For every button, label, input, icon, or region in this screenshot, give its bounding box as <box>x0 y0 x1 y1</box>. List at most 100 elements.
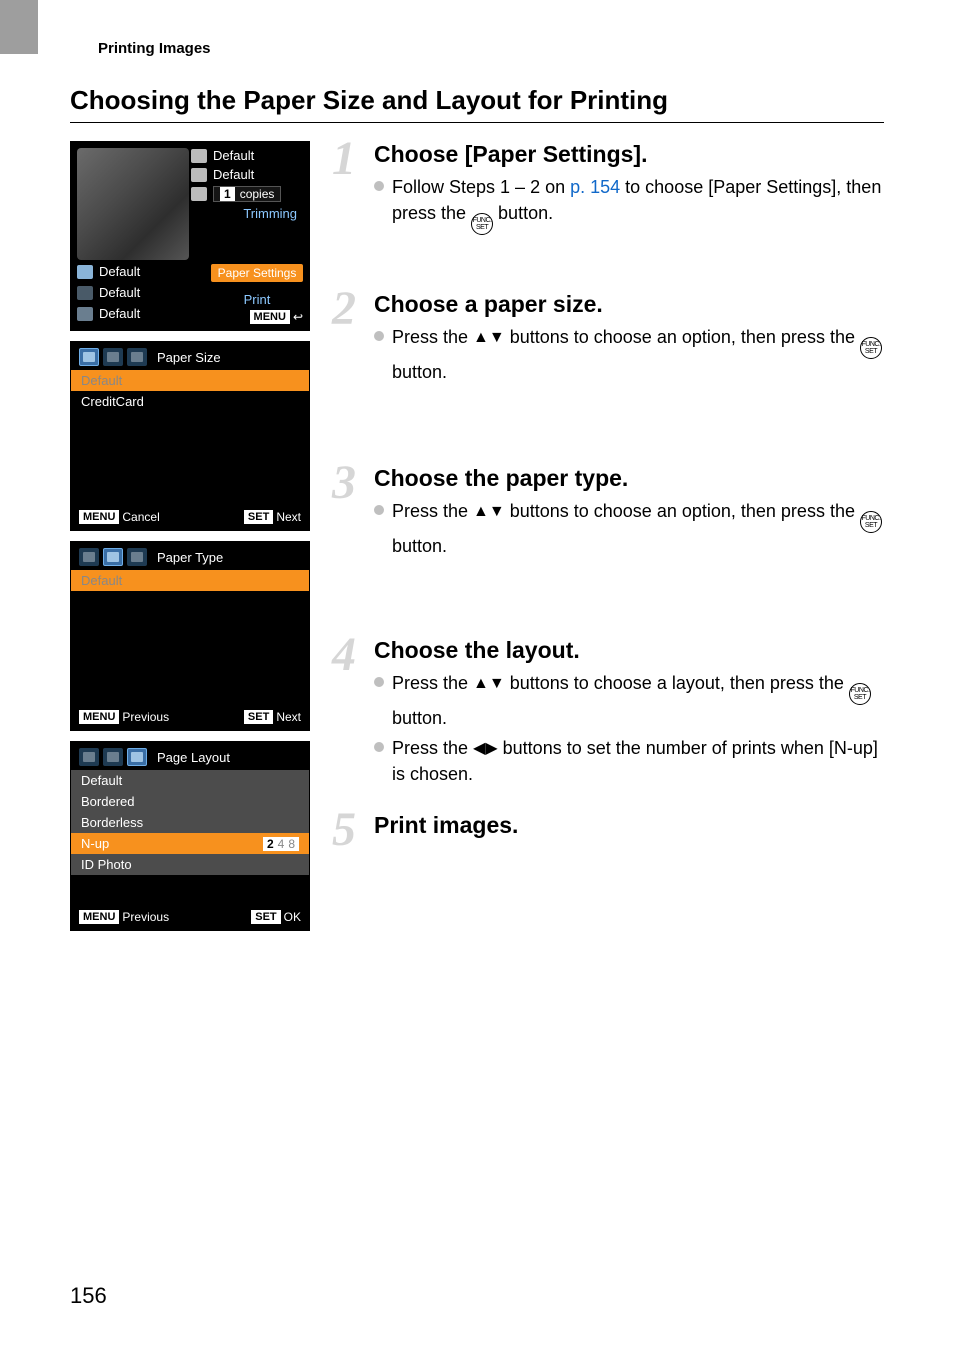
text-part: button. <box>392 536 447 556</box>
step-text: Press the ▲▼ buttons to choose an option… <box>392 498 884 559</box>
bullet-icon <box>374 677 384 687</box>
bullet-icon <box>374 505 384 515</box>
date-icon <box>191 168 207 182</box>
tab-paper-type-icon <box>103 348 123 366</box>
tab-paper-size-icon <box>79 748 99 766</box>
text-part: button. <box>392 362 447 382</box>
effect-value: Default <box>213 148 254 163</box>
option-default: Default <box>71 770 309 791</box>
copies-icon <box>191 187 207 201</box>
copies-number: 1 <box>220 187 235 201</box>
step-number: 3 <box>332 459 356 507</box>
tab-layout-icon <box>127 548 147 566</box>
up-down-arrows-icon: ▲▼ <box>473 503 505 520</box>
copies-field: 1 copies <box>213 186 281 202</box>
step-text: Press the ▲▼ buttons to choose an option… <box>392 324 884 385</box>
tab-paper-size-icon <box>79 348 99 366</box>
step-number: 4 <box>332 631 356 679</box>
bullet-icon <box>374 331 384 341</box>
step-heading: Choose the layout. <box>374 637 884 664</box>
set-next-label: Next <box>276 510 301 524</box>
option-default: Default <box>71 570 309 591</box>
screenshot-page-layout: Page Layout Default Bordered Borderless … <box>70 741 310 931</box>
print-button: Print <box>211 292 303 307</box>
text-part: buttons to choose a layout, then press t… <box>505 673 849 693</box>
menu-cancel-label: Cancel <box>122 510 159 524</box>
step-2: 2 Choose a paper size. Press the ▲▼ butt… <box>334 291 884 385</box>
func-set-icon: FUNC.SET <box>860 337 882 359</box>
page-link[interactable]: p. 154 <box>570 177 620 197</box>
paper-size-icon <box>77 265 93 279</box>
option-nup: N-up 248 <box>71 833 309 854</box>
nup-value-box: 248 <box>263 837 299 851</box>
nup-opt-8: 8 <box>288 837 295 851</box>
bullet-icon <box>374 742 384 752</box>
tab-paper-type-icon <box>103 548 123 566</box>
layout-icon <box>77 307 93 321</box>
screenshot-paper-size: Paper Size Default CreditCard MENUCancel… <box>70 341 310 531</box>
text-part: Press the <box>392 738 473 758</box>
step-heading: Print images. <box>374 812 884 839</box>
left-right-arrows-icon: ◀▶ <box>473 740 498 757</box>
step-heading: Choose a paper size. <box>374 291 884 318</box>
up-down-arrows-icon: ▲▼ <box>473 329 505 346</box>
set-next-indicator: SETNext <box>244 710 301 724</box>
tab-layout-icon <box>127 348 147 366</box>
option-borderless: Borderless <box>71 812 309 833</box>
text-part: Press the <box>392 327 473 347</box>
step-heading: Choose [Paper Settings]. <box>374 141 884 168</box>
screenshot-paper-type: Paper Type Default MENUPrevious SETNext <box>70 541 310 731</box>
paper-type-value: Default <box>99 285 140 300</box>
effect-icon <box>191 149 207 163</box>
section-title: Choosing the Paper Size and Layout for P… <box>70 85 884 116</box>
set-next-label: Next <box>276 710 301 724</box>
set-ok-label: OK <box>284 910 301 924</box>
step-number: 5 <box>332 806 356 854</box>
step-number: 2 <box>332 285 356 333</box>
menu-badge: MENU <box>79 510 119 524</box>
page-number: 156 <box>70 1283 107 1309</box>
tab-label: Paper Size <box>157 350 221 365</box>
text-part: Press the <box>392 501 473 521</box>
menu-previous-indicator: MENUPrevious <box>79 710 169 724</box>
tab-paper-type-icon <box>103 748 123 766</box>
menu-badge: MENU <box>79 710 119 724</box>
option-default: Default <box>71 370 309 391</box>
func-set-icon: FUNC.SET <box>849 683 871 705</box>
paper-settings-button: Paper Settings <box>211 264 303 282</box>
section-rule <box>70 122 884 123</box>
step-1: 1 Choose [Paper Settings]. Follow Steps … <box>334 141 884 235</box>
func-set-icon: FUNC.SET <box>860 511 882 533</box>
tab-layout-icon <box>127 748 147 766</box>
step-text: Press the ◀▶ buttons to set the number o… <box>392 735 884 787</box>
set-badge: SET <box>251 910 280 924</box>
menu-previous-label: Previous <box>122 710 169 724</box>
section-tab <box>0 0 38 54</box>
tab-label: Page Layout <box>157 750 230 765</box>
text-part: button. <box>493 203 553 223</box>
paper-size-value: Default <box>99 264 140 279</box>
photo-thumbnail <box>77 148 189 260</box>
date-value: Default <box>213 167 254 182</box>
tab-paper-size-icon <box>79 548 99 566</box>
menu-back-indicator: MENU↩ <box>250 310 303 324</box>
bullet-icon <box>374 181 384 191</box>
tab-label: Paper Type <box>157 550 223 565</box>
trimming-link: Trimming <box>191 206 301 221</box>
option-bordered: Bordered <box>71 791 309 812</box>
text-part: buttons to choose an option, then press … <box>505 501 860 521</box>
option-creditcard: CreditCard <box>71 391 309 412</box>
nup-current: 2 <box>267 837 274 851</box>
copies-label: copies <box>240 187 275 201</box>
nup-opt-4: 4 <box>278 837 285 851</box>
set-badge: SET <box>244 710 273 724</box>
step-4: 4 Choose the layout. Press the ▲▼ button… <box>334 637 884 787</box>
screenshot-print-menu: Default Default 1 copies Trimming Default… <box>70 141 310 331</box>
step-heading: Choose the paper type. <box>374 465 884 492</box>
text-part: Follow Steps 1 – 2 on <box>392 177 570 197</box>
step-number: 1 <box>332 135 356 183</box>
step-3: 3 Choose the paper type. Press the ▲▼ bu… <box>334 465 884 559</box>
option-id-photo: ID Photo <box>71 854 309 875</box>
set-ok-indicator: SET OK <box>251 910 301 924</box>
menu-badge: MENU <box>250 310 290 324</box>
